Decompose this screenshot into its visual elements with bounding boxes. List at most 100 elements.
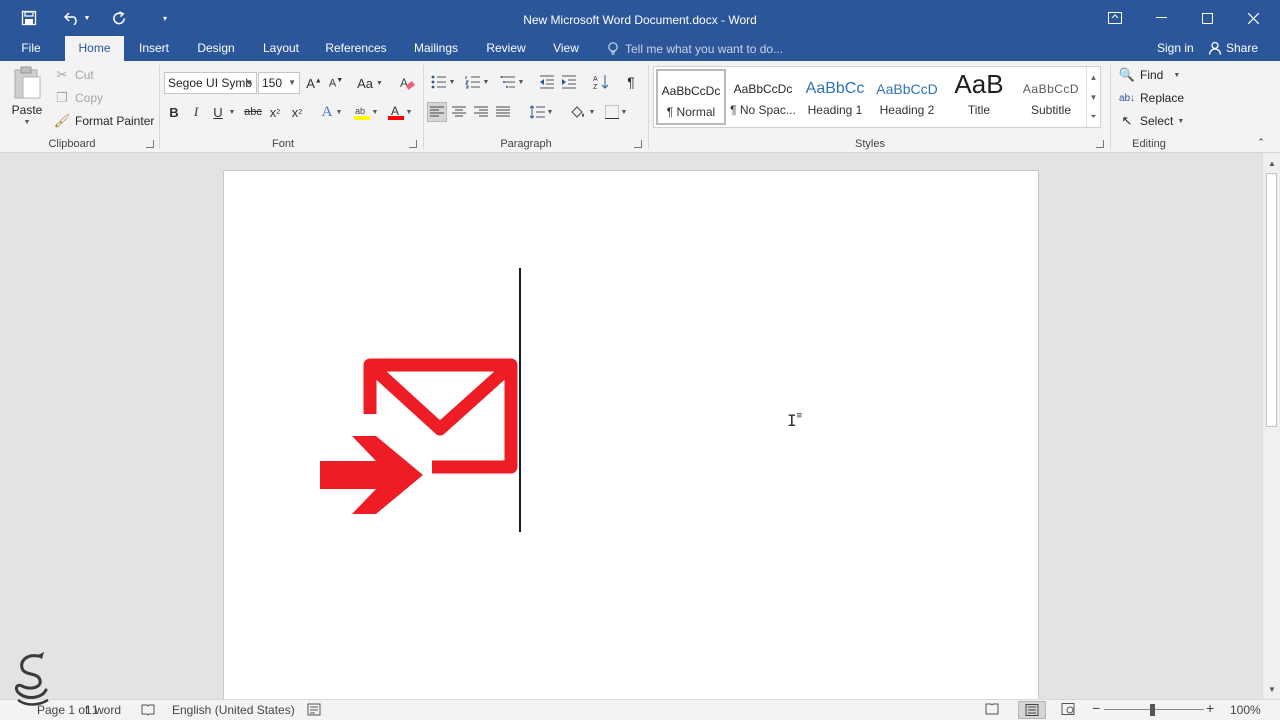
macro-recording-icon[interactable] <box>307 703 321 719</box>
tab-design[interactable]: Design <box>190 36 242 61</box>
scroll-down-icon[interactable]: ▼ <box>1263 681 1280 697</box>
bullets-button[interactable]: ▼ <box>428 72 458 92</box>
font-color-button[interactable]: A ▼ <box>385 102 415 122</box>
share-button[interactable]: Share <box>1208 36 1258 60</box>
style-label: Heading 2 <box>879 103 935 117</box>
close-button[interactable] <box>1230 0 1276 36</box>
styles-scroll-up-icon[interactable]: ▲ <box>1086 67 1100 87</box>
align-left-icon <box>430 106 444 117</box>
tab-mailings[interactable]: Mailings <box>407 36 465 61</box>
sign-in-link[interactable]: Sign in <box>1157 36 1194 60</box>
find-button[interactable]: 🔍 Find ▼ <box>1118 66 1180 84</box>
minimize-button[interactable] <box>1138 0 1184 36</box>
grow-font-button[interactable]: A▲ <box>304 73 324 93</box>
tab-view[interactable]: View <box>545 36 587 61</box>
ribbon: Paste ▼ ✂ Cut ❐ Copy 🖌 Format Painter Cl… <box>0 61 1280 153</box>
numbering-button[interactable]: ▼ <box>462 72 492 92</box>
chevron-down-icon: ▼ <box>1177 117 1185 125</box>
cut-button[interactable]: ✂ Cut <box>53 66 94 84</box>
styles-more-icon[interactable]: ⏷ <box>1086 107 1100 127</box>
vertical-scrollbar[interactable]: ▲ ▼ <box>1262 153 1280 699</box>
shading-button[interactable]: ▼ <box>567 102 597 122</box>
ribbon-display-options-button[interactable] <box>1092 0 1138 36</box>
format-painter-label: Format Painter <box>75 114 155 128</box>
tab-insert[interactable]: Insert <box>132 36 176 61</box>
highlight-color-button[interactable]: ab ▼ <box>351 102 381 122</box>
paragraph-launcher-icon[interactable] <box>634 140 642 148</box>
clipboard-launcher-icon[interactable] <box>146 140 154 148</box>
align-left-button[interactable] <box>427 102 447 122</box>
tab-file[interactable]: File <box>14 36 48 61</box>
increase-indent-button[interactable] <box>559 72 579 92</box>
replace-button[interactable]: ab↓ Replace <box>1118 89 1184 107</box>
underline-dropdown-icon[interactable]: ▼ <box>226 102 238 122</box>
read-mode-button[interactable] <box>985 703 999 718</box>
word-count[interactable]: 1 word <box>85 703 121 717</box>
style-heading-1[interactable]: AaBbCc Heading 1 <box>800 69 870 125</box>
tab-review[interactable]: Review <box>480 36 532 61</box>
style-heading-2[interactable]: AaBbCcD Heading 2 <box>872 69 942 125</box>
show-formatting-marks-button[interactable]: ¶ <box>621 72 641 92</box>
mail-forward-icon[interactable] <box>320 357 520 517</box>
styles-launcher-icon[interactable] <box>1096 140 1104 148</box>
scrollbar-thumb[interactable] <box>1266 173 1277 427</box>
document-page[interactable]: I≡ <box>223 170 1039 699</box>
scroll-up-icon[interactable]: ▲ <box>1263 155 1280 171</box>
clear-formatting-button[interactable]: A <box>397 73 417 93</box>
text-effects-icon: A <box>321 103 333 120</box>
borders-button[interactable]: ▼ <box>601 102 631 122</box>
superscript-button[interactable]: x2 <box>287 102 307 122</box>
underline-button[interactable]: U <box>208 102 228 122</box>
bold-button[interactable]: B <box>164 102 184 122</box>
tab-home[interactable]: Home <box>65 36 124 61</box>
text-effects-button[interactable]: A ▼ <box>318 102 346 122</box>
zoom-in-button[interactable]: + <box>1206 700 1214 716</box>
align-right-button[interactable] <box>471 102 491 122</box>
language-indicator[interactable]: English (United States) <box>172 703 295 717</box>
tab-layout[interactable]: Layout <box>255 36 307 61</box>
font-size-combo[interactable]: 150 ▼ <box>258 72 300 94</box>
web-layout-icon <box>1061 703 1075 715</box>
styles-group-label: Styles <box>855 138 885 150</box>
zoom-level[interactable]: 100% <box>1230 703 1261 717</box>
format-painter-button[interactable]: 🖌 Format Painter <box>53 112 155 130</box>
style-no-spacing[interactable]: AaBbCcDc ¶ No Spac... <box>728 69 798 125</box>
tell-me-search[interactable]: Tell me what you want to do... <box>607 36 783 61</box>
select-button[interactable]: ↖ Select ▼ <box>1118 112 1185 130</box>
copy-button[interactable]: ❐ Copy <box>53 89 103 107</box>
web-layout-button[interactable] <box>1061 703 1075 718</box>
proofing-icon[interactable] <box>141 703 155 719</box>
paste-button[interactable]: Paste ▼ <box>11 65 43 126</box>
style-normal[interactable]: AaBbCcDc ¶ Normal <box>656 69 726 125</box>
sort-button[interactable]: AZ <box>591 72 611 92</box>
font-launcher-icon[interactable] <box>409 140 417 148</box>
group-separator <box>1110 65 1111 149</box>
style-subtitle[interactable]: AaBbCcD Subtitle <box>1016 69 1086 125</box>
style-title[interactable]: AaB Title <box>944 69 1014 125</box>
align-center-button[interactable] <box>449 102 469 122</box>
italic-button[interactable]: I <box>186 102 206 122</box>
status-bar: Page 1 of 1 1 word English (United State… <box>0 699 1280 720</box>
maximize-button[interactable] <box>1184 0 1230 36</box>
collapse-ribbon-icon[interactable]: ⌃ <box>1254 135 1268 149</box>
tab-references[interactable]: References <box>320 36 392 61</box>
print-layout-button[interactable] <box>1018 701 1046 719</box>
pilcrow-icon: ¶ <box>627 74 635 90</box>
shrink-font-button[interactable]: A▼ <box>326 73 346 93</box>
styles-scroll-down-icon[interactable]: ▼ <box>1086 87 1100 107</box>
change-case-button[interactable]: Aa ▼ <box>355 73 385 93</box>
strikethrough-button[interactable]: abc <box>243 102 263 122</box>
decrease-indent-button[interactable] <box>537 72 557 92</box>
cut-label: Cut <box>75 68 94 82</box>
svg-text:ab: ab <box>355 106 365 116</box>
font-group-label: Font <box>271 138 294 150</box>
line-spacing-button[interactable]: ▼ <box>526 102 556 122</box>
paste-dropdown-icon[interactable]: ▼ <box>24 119 31 126</box>
zoom-slider-thumb[interactable] <box>1150 704 1155 716</box>
borders-icon <box>604 105 619 119</box>
subscript-button[interactable]: x2 <box>265 102 285 122</box>
zoom-out-button[interactable]: − <box>1092 700 1100 716</box>
multilevel-list-button[interactable]: ▼ <box>497 72 527 92</box>
justify-button[interactable] <box>493 102 513 122</box>
font-name-combo[interactable]: Segoe UI Symb ▼ <box>164 72 257 94</box>
